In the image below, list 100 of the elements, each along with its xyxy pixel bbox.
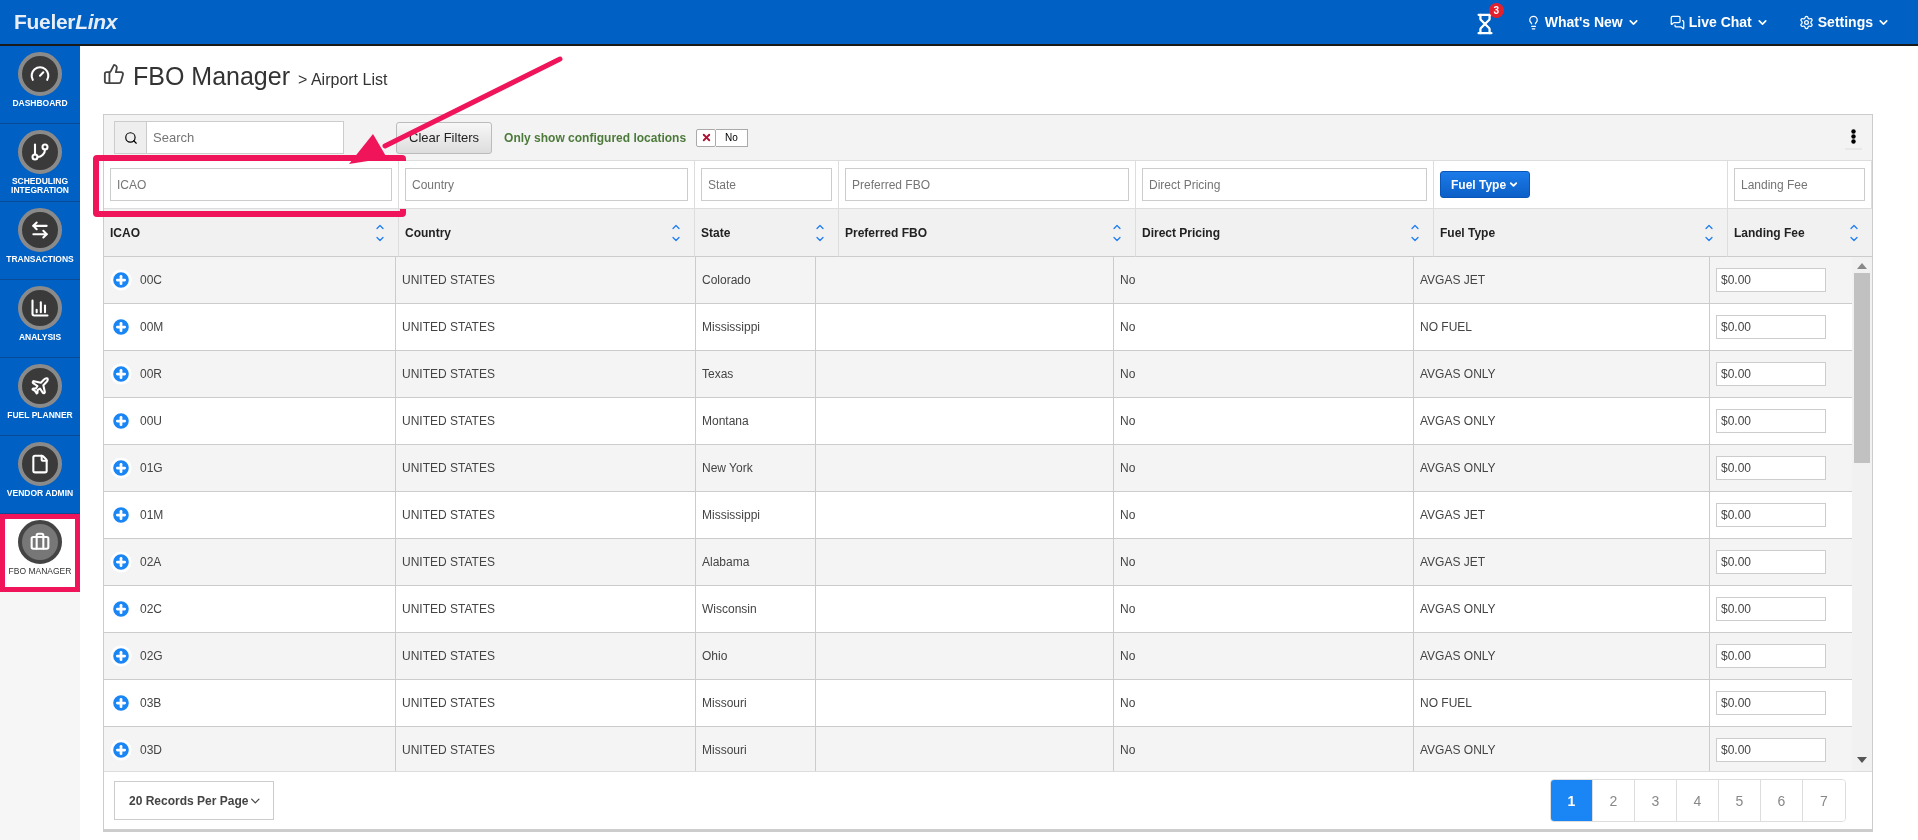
table-cell: 03B	[140, 696, 162, 710]
table-cell: AVGAS ONLY	[1420, 649, 1496, 663]
column-header[interactable]: Fuel Type	[1434, 209, 1728, 257]
table-cell: AVGAS ONLY	[1420, 602, 1496, 616]
sidebar-item[interactable]: SCHEDULING INTEGRATION	[0, 124, 80, 202]
menu-icon	[1851, 129, 1856, 144]
landing-fee-field[interactable]: $0.00	[1716, 550, 1826, 574]
configured-label: Only show configured locations	[504, 130, 687, 145]
landing-fee-field[interactable]: $0.00	[1716, 597, 1826, 621]
sidebar-item[interactable]: ANALYSIS	[0, 280, 80, 358]
search-icon	[123, 130, 138, 145]
filter-field[interactable]: Landing Fee	[1734, 168, 1865, 201]
table-cell: Ohio	[702, 649, 728, 663]
table-cell: No	[1120, 743, 1136, 757]
column-header[interactable]: Direct Pricing	[1136, 209, 1434, 257]
gauge-icon	[30, 64, 50, 84]
table-cell: UNITED STATES	[402, 602, 495, 616]
table-cell: UNITED STATES	[402, 320, 495, 334]
table-cell: 02A	[140, 555, 162, 569]
landing-fee-field[interactable]: $0.00	[1716, 691, 1826, 715]
landing-fee-field[interactable]: $0.00	[1716, 409, 1826, 433]
filter-field[interactable]: Country	[405, 168, 688, 201]
landing-fee-field[interactable]: $0.00	[1716, 268, 1826, 292]
table-cell: Colorado	[702, 273, 751, 287]
bar-chart-icon	[30, 298, 50, 318]
expand-icon[interactable]	[110, 598, 132, 620]
landing-fee-field[interactable]: $0.00	[1716, 503, 1826, 527]
table-cell: 02G	[140, 649, 163, 663]
fuel-type-dropdown[interactable]: Fuel Type	[1440, 171, 1531, 198]
document-icon	[30, 454, 50, 474]
top-menu[interactable]: What's New	[1525, 14, 1640, 30]
table-cell: No	[1120, 320, 1136, 334]
table-cell: No	[1120, 367, 1136, 381]
expand-icon[interactable]	[110, 645, 132, 667]
expand-icon[interactable]	[110, 269, 132, 291]
notification-badge: 3	[1488, 3, 1504, 18]
landing-fee-field[interactable]: $0.00	[1716, 315, 1826, 339]
filter-field[interactable]: Direct Pricing	[1142, 168, 1427, 201]
table-cell: UNITED STATES	[402, 273, 495, 287]
expand-icon[interactable]	[110, 504, 132, 526]
sidebar-item[interactable]: TRANSACTIONS	[0, 202, 80, 280]
table-cell: No	[1120, 461, 1136, 475]
table-cell: Mississippi	[702, 508, 760, 522]
chat-icon	[1669, 14, 1685, 30]
sidebar-item[interactable]: DASHBOARD	[0, 46, 80, 124]
expand-icon[interactable]	[110, 316, 132, 338]
top-menu[interactable]: Live Chat	[1669, 14, 1769, 30]
table-cell: No	[1120, 696, 1136, 710]
table-cell: AVGAS JET	[1420, 508, 1486, 522]
filter-field[interactable]: State	[701, 168, 832, 201]
expand-icon[interactable]	[110, 363, 132, 385]
cross-icon	[700, 132, 712, 143]
page-title: FBO Manager	[133, 62, 290, 91]
table-cell: 01G	[140, 461, 163, 475]
expand-icon[interactable]	[110, 692, 132, 714]
app-logo[interactable]: FuelerLinx	[14, 10, 118, 34]
table-cell: Missouri	[702, 743, 747, 757]
scrollbar[interactable]	[1852, 257, 1872, 771]
table-cell: AVGAS JET	[1420, 273, 1486, 287]
table-cell: Wisconsin	[702, 602, 757, 616]
table-cell: No	[1120, 508, 1136, 522]
landing-fee-field[interactable]: $0.00	[1716, 644, 1826, 668]
table-cell: UNITED STATES	[402, 696, 495, 710]
column-header[interactable]: Landing Fee	[1728, 209, 1872, 257]
table-cell: AVGAS ONLY	[1420, 367, 1496, 381]
page-button[interactable]: 1	[1551, 780, 1593, 821]
expand-icon[interactable]	[110, 551, 132, 573]
settings-icon	[1798, 14, 1814, 30]
table-cell: AVGAS JET	[1420, 555, 1486, 569]
landing-fee-field[interactable]: $0.00	[1716, 456, 1826, 480]
column-header[interactable]: State	[695, 209, 839, 257]
filter-field[interactable]: ICAO	[110, 168, 392, 201]
caret-icon	[1508, 179, 1520, 190]
expand-icon[interactable]	[110, 457, 132, 479]
landing-fee-field[interactable]: $0.00	[1716, 738, 1826, 762]
table-cell: No	[1120, 414, 1136, 428]
table-cell: 03D	[140, 743, 162, 757]
top-menu[interactable]: Settings	[1798, 14, 1890, 30]
search-field[interactable]: Search	[147, 121, 344, 154]
thumbs-up-icon	[103, 63, 125, 85]
table-cell: NO FUEL	[1420, 696, 1472, 710]
table-cell: UNITED STATES	[402, 367, 495, 381]
table-cell: 00R	[140, 367, 162, 381]
table-cell: Montana	[702, 414, 749, 428]
column-header[interactable]: Country	[399, 209, 695, 257]
breadcrumb: > Airport List	[298, 71, 388, 89]
table-cell: No	[1120, 649, 1136, 663]
expand-icon[interactable]	[110, 410, 132, 432]
column-header[interactable]: Preferred FBO	[839, 209, 1136, 257]
table-cell: UNITED STATES	[402, 461, 495, 475]
plane-icon	[30, 376, 50, 396]
page-size-dropdown[interactable]: 20 Records Per Page	[114, 781, 274, 820]
sidebar-item[interactable]: FUEL PLANNER	[0, 358, 80, 436]
filter-field[interactable]: Preferred FBO	[845, 168, 1129, 201]
search-button[interactable]	[114, 121, 147, 154]
sidebar-item[interactable]: VENDOR ADMIN	[0, 436, 80, 514]
landing-fee-field[interactable]: $0.00	[1716, 362, 1826, 386]
table-cell: Missouri	[702, 696, 747, 710]
expand-icon[interactable]	[110, 739, 132, 761]
sidebar-item[interactable]: FBO MANAGER	[0, 514, 80, 592]
